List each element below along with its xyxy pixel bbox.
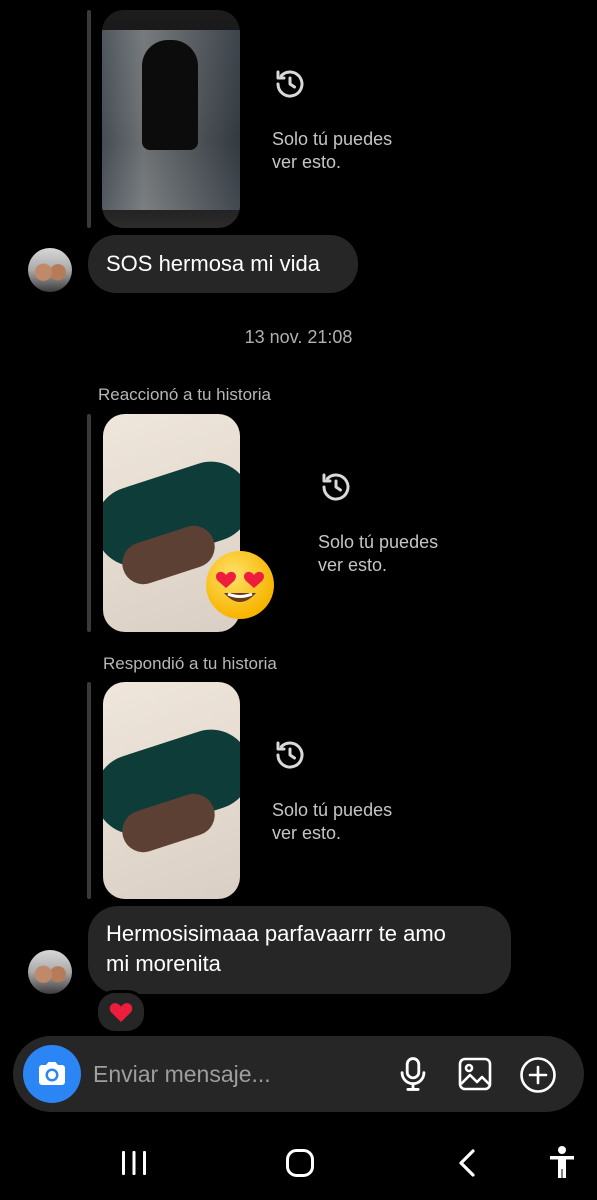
- accessibility-icon[interactable]: [548, 1145, 576, 1179]
- microphone-icon[interactable]: [397, 1056, 429, 1092]
- reply-bar: [87, 10, 91, 228]
- gallery-icon[interactable]: [457, 1056, 493, 1092]
- private-note-line1: Solo tú puedes: [272, 129, 393, 149]
- timestamp: 13 nov. 21:08: [244, 327, 353, 347]
- private-note-line2: ver esto.: [272, 152, 342, 172]
- plus-circle-icon[interactable]: [519, 1056, 557, 1094]
- reply-bar: [87, 682, 91, 899]
- message-text-line1: Hermosisimaaa parfavaarrr te amo: [106, 921, 446, 946]
- camera-icon: [39, 1062, 65, 1085]
- history-icon: [272, 737, 308, 773]
- message-input[interactable]: Enviar mensaje...: [93, 1061, 271, 1088]
- private-note-line2: ver esto.: [318, 555, 388, 575]
- heart-icon: [109, 1003, 133, 1022]
- reacted-label: Reaccionó a tu historia: [98, 385, 271, 404]
- home-nav-icon[interactable]: [285, 1148, 315, 1178]
- history-icon: [272, 66, 308, 102]
- story-thumbnail[interactable]: [103, 682, 240, 899]
- recents-nav-icon[interactable]: [120, 1150, 148, 1176]
- replied-label: Respondió a tu historia: [103, 654, 277, 673]
- reply-bar: [87, 414, 91, 632]
- message-text-line2: mi morenita: [106, 951, 221, 976]
- private-note-line2: ver esto.: [272, 823, 342, 843]
- message-bubble[interactable]: Hermosisimaaa parfavaarrr te amo mi more…: [88, 906, 511, 994]
- story-thumbnail[interactable]: [102, 10, 240, 228]
- private-note-line1: Solo tú puedes: [272, 800, 393, 820]
- message-composer: Enviar mensaje...: [13, 1036, 584, 1112]
- avatar[interactable]: [28, 248, 72, 292]
- camera-button[interactable]: [23, 1045, 81, 1103]
- message-text: SOS hermosa mi vida: [106, 251, 320, 276]
- avatar[interactable]: [28, 950, 72, 994]
- heart-eyes-emoji-icon: [206, 551, 274, 619]
- private-story-note: Solo tú puedes ver esto.: [272, 799, 392, 845]
- history-icon: [318, 469, 354, 505]
- private-story-note: Solo tú puedes ver esto.: [272, 128, 392, 174]
- message-bubble[interactable]: SOS hermosa mi vida: [88, 235, 358, 293]
- private-story-note: Solo tú puedes ver esto.: [318, 531, 438, 577]
- back-nav-icon[interactable]: [457, 1148, 477, 1178]
- private-note-line1: Solo tú puedes: [318, 532, 439, 552]
- message-reaction[interactable]: [95, 990, 147, 1034]
